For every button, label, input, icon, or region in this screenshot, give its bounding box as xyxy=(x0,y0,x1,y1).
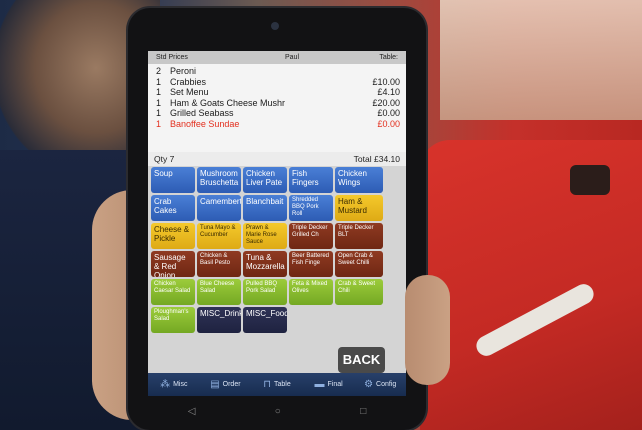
config-icon: ⚙ xyxy=(364,379,374,390)
table-icon: ⊓ xyxy=(263,379,272,390)
order-row-name: Peroni xyxy=(170,66,197,76)
bottom-toolbar: ⁂ Misc ▤ Order ⊓ Table ▬ Final ⚙ Config xyxy=(148,373,406,396)
menu-item-button[interactable]: Pulled BBQ Pork Salad xyxy=(243,279,287,305)
toolbar-label: Table xyxy=(274,381,291,388)
menu-item-button[interactable]: Shredded BBQ Pork Roll xyxy=(289,195,333,221)
menu-item-button[interactable]: Crab & Sweet Chili xyxy=(335,279,383,305)
menu-item-button[interactable]: Ploughman's Salad xyxy=(151,307,195,333)
pos-screen: Std Prices Paul Table: 2 Peroni 1 Crabbies £… xyxy=(148,51,406,396)
order-row[interactable]: 1 Crabbies £10.00 xyxy=(156,77,400,88)
android-home-icon[interactable]: ○ xyxy=(275,406,281,417)
menu-item-button[interactable]: Camembert xyxy=(197,195,241,221)
order-row-name: Set Menu xyxy=(170,87,209,97)
front-camera xyxy=(271,22,279,30)
order-row-name: Ham & Goats Cheese Mushr xyxy=(170,97,286,108)
background-window xyxy=(440,0,642,120)
order-row-price: £0.00 xyxy=(377,118,400,129)
order-list[interactable]: 2 Peroni 1 Crabbies £10.00 1 Set Menu £4.10 1 Ham… xyxy=(148,64,406,152)
toolbar-misc-button[interactable]: ⁂ Misc xyxy=(148,373,200,396)
menu-item-button[interactable]: Tuna & Mozzarella xyxy=(243,251,287,277)
order-row-name: Banoffee Sundae xyxy=(170,118,240,129)
toolbar-final-button[interactable]: ▬ Final xyxy=(303,373,355,396)
menu-item-button[interactable]: Cheese & Pickle xyxy=(151,223,195,249)
order-row-qty: 1 xyxy=(156,118,162,129)
final-icon: ▬ xyxy=(314,379,325,390)
order-row-qty: 1 xyxy=(156,76,162,87)
menu-item-button[interactable]: Blue Cheese Salad xyxy=(197,279,241,305)
menu-item-button[interactable]: Mushroom Bruschetta xyxy=(197,167,241,193)
menu-item-button[interactable]: Sausage & Red Onion xyxy=(151,251,195,277)
toolbar-label: Final xyxy=(327,381,343,388)
menu-item-button[interactable]: Chicken Liver Pate xyxy=(243,167,287,193)
order-row-price: £10.00 xyxy=(372,76,400,87)
order-row-qty: 2 xyxy=(156,66,162,76)
toolbar-order-button[interactable]: ▤ Order xyxy=(200,373,252,396)
table-label: Table: xyxy=(379,54,398,61)
order-row[interactable]: 1 Set Menu £4.10 xyxy=(156,87,400,98)
order-row-qty: 1 xyxy=(156,97,162,108)
order-total-bar: Qty 7 Total £34.10 xyxy=(148,152,406,166)
menu-item-button[interactable]: Tuna Mayo & Cucumber xyxy=(197,223,241,249)
order-row-price: £4.10 xyxy=(377,87,400,97)
back-button[interactable]: BACK xyxy=(338,347,385,373)
toolbar-table-button[interactable]: ⊓ Table xyxy=(251,373,303,396)
toolbar-label: Misc xyxy=(173,381,188,388)
menu-item-button[interactable]: Soup xyxy=(151,167,195,193)
order-row[interactable]: 2 Peroni xyxy=(156,66,400,77)
holding-hand-right xyxy=(405,275,450,385)
android-recents-icon[interactable]: □ xyxy=(360,406,366,417)
android-back-icon[interactable]: ◁ xyxy=(188,406,196,417)
menu-item-button[interactable]: MISC_Food xyxy=(243,307,287,333)
order-row-price: £0.00 xyxy=(377,108,400,118)
menu-item-button[interactable]: Prawn & Marie Rose Sauce xyxy=(243,223,287,249)
order-total: Total £34.10 xyxy=(353,154,400,164)
android-nav-bar: ◁ ○ □ xyxy=(148,398,406,424)
order-row-price: £20.00 xyxy=(372,97,400,108)
toolbar-label: Config xyxy=(376,381,397,388)
order-header: Std Prices Paul Table: xyxy=(148,51,406,64)
menu-item-button[interactable]: Beer Battered Fish Finge xyxy=(289,251,333,277)
tablet-device: Std Prices Paul Table: 2 Peroni 1 Crabbies £… xyxy=(128,8,426,430)
menu-item-button[interactable]: MISC_Drink xyxy=(197,307,241,333)
order-row-name: Grilled Seabass xyxy=(170,108,234,118)
background-cup xyxy=(570,165,610,195)
price-mode-label: Std Prices xyxy=(156,54,188,61)
menu-item-button[interactable]: Blanchbait xyxy=(243,195,287,221)
staff-name: Paul xyxy=(284,54,299,61)
menu-item-button[interactable]: Ham & Mustard xyxy=(335,195,383,221)
menu-item-button[interactable]: Triple Decker Grilled Ch xyxy=(289,223,333,249)
menu-item-button[interactable]: Open Crab & Sweet Chilli xyxy=(335,251,383,277)
menu-item-button[interactable]: Feta & Mixed Olives xyxy=(289,279,333,305)
menu-item-button[interactable]: Fish Fingers xyxy=(289,167,333,193)
order-row-price xyxy=(360,66,400,77)
order-row[interactable]: 1 Grilled Seabass £0.00 xyxy=(156,108,400,119)
order-icon: ▤ xyxy=(210,379,220,390)
menu-item-button[interactable]: Triple Decker BLT xyxy=(335,223,383,249)
quantity-count: Qty 7 xyxy=(154,154,175,164)
order-row-qty: 1 xyxy=(156,108,162,118)
menu-item-button[interactable]: Chicken Caesar Salad xyxy=(151,279,195,305)
toolbar-label: Order xyxy=(222,381,241,388)
order-row-name: Crabbies xyxy=(170,76,207,87)
order-row[interactable]: 1 Ham & Goats Cheese Mushr £20.00 xyxy=(156,98,400,109)
order-row[interactable]: 1 Banoffee Sundae £0.00 xyxy=(156,119,400,130)
menu-item-button[interactable]: Chicken Wings xyxy=(335,167,383,193)
toolbar-config-button[interactable]: ⚙ Config xyxy=(354,373,406,396)
misc-icon: ⁂ xyxy=(160,379,171,390)
menu-item-button[interactable]: Crab Cakes xyxy=(151,195,195,221)
menu-item-button[interactable]: Chicken & Basil Pesto xyxy=(197,251,241,277)
order-row-qty: 1 xyxy=(156,87,162,97)
